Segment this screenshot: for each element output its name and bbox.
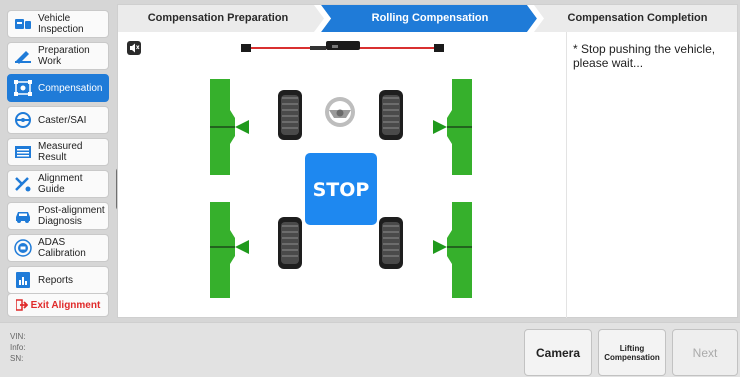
sidebar-item-label: Vehicle Inspection: [38, 13, 84, 35]
compensation-icon: [14, 79, 32, 97]
sidebar-item-adas-calibration[interactable]: ADAS Calibration: [7, 234, 109, 262]
step-rolling-compensation: Rolling Compensation: [371, 12, 489, 24]
sidebar-item-vehicle-inspection[interactable]: Vehicle Inspection: [7, 10, 109, 38]
mute-icon[interactable]: [127, 41, 141, 55]
wheel-right-front: [379, 90, 403, 140]
stop-text: STOP: [313, 179, 370, 201]
sn-label: SN:: [10, 354, 24, 363]
main-panel: Compensation Preparation Rolling Compens…: [117, 4, 738, 318]
sidebar-item-compensation[interactable]: Compensation: [7, 74, 109, 102]
reports-icon: [14, 271, 32, 289]
adas-icon: [14, 239, 32, 257]
sidebar-item-label: Measured Result: [38, 141, 83, 163]
next-button[interactable]: Next: [672, 329, 738, 376]
stop-sign: STOP: [305, 153, 377, 225]
exit-alignment-label: Exit Alignment: [30, 299, 101, 311]
app-window: Vehicle Inspection Preparation Work Comp…: [0, 0, 740, 377]
wheel-right-rear: [379, 217, 403, 269]
wheel-left-front: [278, 90, 302, 140]
camera-button[interactable]: Camera: [524, 329, 592, 376]
sidebar-item-caster-sai[interactable]: Caster/SAI: [7, 106, 109, 134]
sidebar-item-label: Preparation Work: [38, 45, 90, 67]
post-alignment-icon: [14, 207, 32, 225]
target-right-rear: [433, 202, 472, 298]
sidebar-item-label: Reports: [38, 274, 74, 286]
sidebar-item-label: ADAS Calibration: [38, 237, 86, 259]
vehicle-diagram: STOP: [127, 41, 472, 298]
vin-label: VIN:: [10, 332, 26, 341]
sidebar-item-label: Alignment Guide: [38, 173, 83, 195]
sidebar-item-label: Post-alignment Diagnosis: [38, 205, 105, 227]
bottom-bar: VIN: Info: SN: Camera Lifting Compensati…: [0, 322, 740, 377]
sidebar-item-label: Caster/SAI: [38, 114, 87, 126]
vehicle-info: VIN: Info: SN:: [10, 331, 26, 364]
vehicle-inspection-icon: [14, 15, 32, 33]
sidebar-item-alignment-guide[interactable]: Alignment Guide: [7, 170, 109, 198]
measured-result-icon: [14, 143, 32, 161]
sidebar-item-label: Compensation: [38, 82, 103, 94]
sidebar-item-measured-result[interactable]: Measured Result: [7, 138, 109, 166]
target-left-rear: [210, 202, 249, 298]
target-right-front: [433, 79, 472, 175]
sidebar-item-reports[interactable]: Reports: [7, 266, 109, 294]
message-panel: * Stop pushing the vehicle, please wait.…: [566, 32, 737, 318]
step-compensation-completion: Compensation Completion: [567, 12, 708, 24]
instruction-message: * Stop pushing the vehicle, please wait.…: [573, 42, 716, 70]
info-label: Info:: [10, 343, 26, 352]
sidebar: Vehicle Inspection Preparation Work Comp…: [4, 4, 112, 318]
alignment-guide-icon: [14, 175, 32, 193]
lifting-compensation-button[interactable]: Lifting Compensation: [598, 329, 666, 376]
step-progress-bar: Compensation Preparation Rolling Compens…: [118, 5, 737, 32]
step-compensation-preparation: Compensation Preparation: [147, 12, 289, 24]
camera-beam: [241, 41, 444, 52]
exit-alignment-button[interactable]: Exit Alignment: [7, 293, 109, 317]
sidebar-item-preparation-work[interactable]: Preparation Work: [7, 42, 109, 70]
caster-icon: [14, 111, 32, 129]
exit-icon: [15, 299, 28, 311]
target-left-front: [210, 79, 249, 175]
sidebar-item-post-alignment-diagnosis[interactable]: Post-alignment Diagnosis: [7, 202, 109, 230]
preparation-icon: [14, 47, 32, 65]
steering-wheel-icon: [325, 97, 355, 127]
wheel-left-rear: [278, 217, 302, 269]
